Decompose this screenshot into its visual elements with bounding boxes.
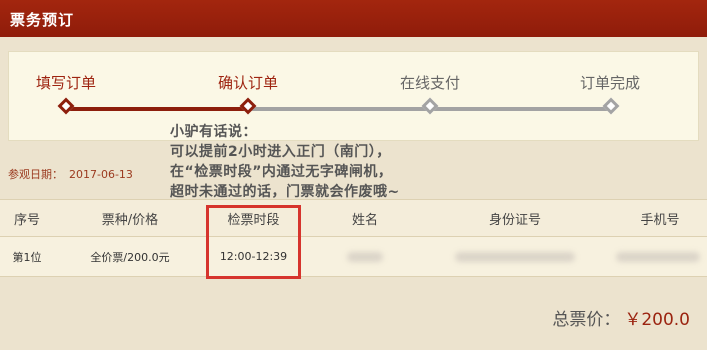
- col-header-index: 序号: [13, 212, 40, 228]
- step-fill-order-label: 填写订单: [35, 74, 96, 92]
- progress-track-done: [65, 107, 250, 111]
- row-name-redacted: [330, 237, 400, 276]
- table-row: 第1位 全价票/200.0元 12:00-12:39: [0, 237, 707, 277]
- col-header-name: 姓名: [351, 212, 378, 228]
- step-online-payment-label: 在线支付: [399, 74, 460, 92]
- time-slot-highlight: [206, 205, 301, 279]
- step-node-confirm-order: [239, 97, 257, 115]
- step-order-complete-label: 订单完成: [579, 74, 640, 92]
- step-node-order-complete: [602, 97, 620, 115]
- note-line: 在“检票时段”内通过无字碑闸机，: [170, 164, 393, 180]
- total-price-label: 总票价：: [552, 310, 621, 330]
- table-header: 序号 票种/价格 检票时段 姓名 身份证号 手机号: [0, 199, 707, 237]
- step-node-online-payment: [421, 97, 439, 115]
- header-bar: 票务预订: [0, 0, 707, 37]
- col-header-phone: 手机号: [640, 212, 680, 228]
- visit-date-row: 参观日期： 2017-06-13: [8, 166, 133, 182]
- visit-date-value: 2017-06-13: [69, 168, 133, 181]
- note-line: 小驴有话说：: [170, 124, 257, 140]
- row-phone-redacted: [610, 237, 705, 276]
- step-confirm-order-label: 确认订单: [217, 74, 278, 92]
- note-line: 可以提前2小时进入正门（南门），: [170, 144, 391, 160]
- page-title: 票务预订: [10, 11, 75, 29]
- note-line: 超时未通过的话，门票就会作废哦~: [170, 184, 400, 200]
- row-id-number-redacted: [440, 237, 590, 276]
- step-node-fill-order: [57, 97, 75, 115]
- visit-date-label: 参观日期：: [8, 168, 63, 181]
- row-ticket: 全价票/200.0元: [90, 250, 170, 264]
- total-price-amount: ￥200.0: [624, 310, 690, 330]
- total-price: 总票价： ￥200.0: [552, 305, 690, 330]
- col-header-id-number: 身份证号: [488, 212, 541, 228]
- ticket-booking-page: 票务预订 填写订单 确认订单 在线支付 订单完成 参观日期： 2017-06-13…: [0, 0, 707, 350]
- note-overlay: 小驴有话说： 可以提前2小时进入正门（南门）， 在“检票时段”内通过无字碑闸机，…: [170, 122, 400, 202]
- row-index: 第1位: [12, 250, 42, 264]
- col-header-ticket: 票种/价格: [101, 212, 159, 228]
